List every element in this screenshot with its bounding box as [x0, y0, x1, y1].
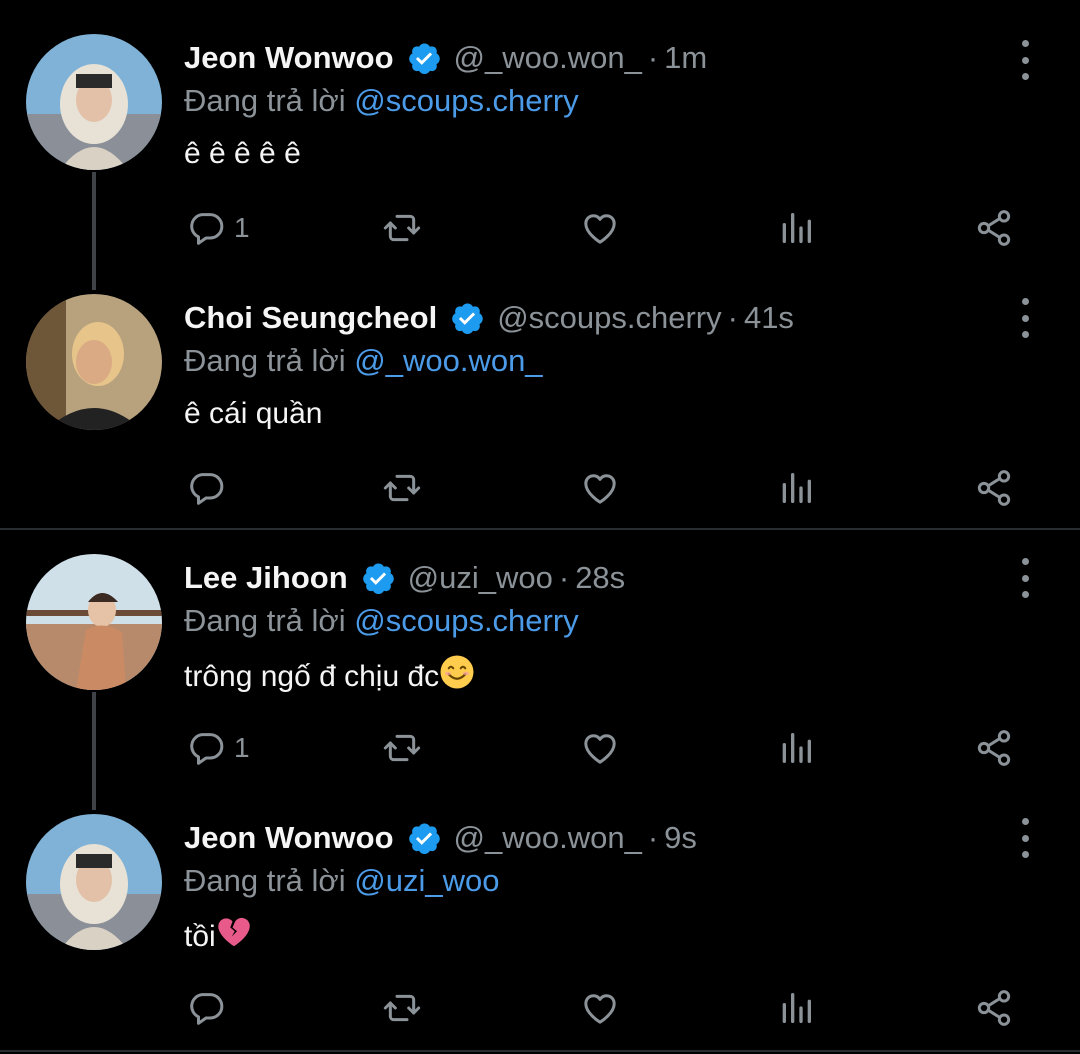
more-options-icon[interactable] [1018, 818, 1032, 858]
share-button[interactable] [974, 986, 1014, 1030]
tweet-text-content: ê ê ê ê ê [184, 137, 301, 170]
bar-chart-icon [776, 208, 816, 248]
author-handle[interactable]: @_woo.won_ [454, 40, 642, 76]
separator-dot: · [727, 300, 738, 335]
share-button[interactable] [974, 466, 1014, 510]
share-icon [974, 208, 1014, 248]
reply-prefix: Đang trả lời [184, 863, 346, 898]
author-handle[interactable]: @scoups.cherry [497, 300, 721, 336]
tweet-text-content: tồi [184, 920, 216, 953]
reply-button[interactable] [186, 466, 226, 510]
analytics-button[interactable] [776, 726, 816, 770]
share-button[interactable] [974, 726, 1014, 770]
reply-prefix: Đang trả lời [184, 343, 346, 378]
avatar[interactable] [26, 294, 162, 430]
share-icon [974, 728, 1014, 768]
retweet-icon [382, 728, 422, 768]
smiling-face-icon [439, 654, 475, 690]
thread-divider [0, 1050, 1080, 1052]
tweet-text: ê cái quần [184, 394, 1000, 434]
reply-icon [186, 468, 226, 508]
reply-prefix: Đang trả lời [184, 603, 346, 638]
bar-chart-icon [776, 988, 816, 1028]
verified-badge-icon [449, 300, 485, 336]
avatar[interactable] [26, 554, 162, 690]
broken-heart-icon [216, 914, 252, 950]
tweet-text: trông ngố đ chịu đc [184, 654, 1000, 694]
author-name[interactable]: Lee Jihoon [184, 560, 348, 596]
heart-icon [580, 208, 620, 248]
retweet-icon [382, 208, 422, 248]
reply-prefix: Đang trả lời [184, 83, 346, 118]
reply-context: Đang trả lời @_woo.won_ [184, 340, 1000, 382]
reply-mention[interactable]: @scoups.cherry [354, 603, 578, 638]
separator-dot: · [647, 820, 659, 855]
like-button[interactable] [580, 726, 620, 770]
reply-icon [186, 728, 226, 768]
reply-mention[interactable]: @scoups.cherry [354, 83, 578, 118]
author-name[interactable]: Jeon Wonwoo [184, 820, 394, 856]
retweet-button[interactable] [382, 466, 422, 510]
analytics-button[interactable] [776, 206, 816, 250]
bar-chart-icon [776, 728, 816, 768]
heart-icon [580, 988, 620, 1028]
separator-dot: · [647, 40, 659, 75]
tweet-text-content: ê cái quần [184, 397, 323, 430]
author-name[interactable]: Choi Seungcheol [184, 300, 437, 336]
timestamp[interactable]: 28s [575, 560, 625, 596]
heart-icon [580, 728, 620, 768]
timestamp[interactable]: 1m [664, 40, 707, 76]
like-button[interactable] [580, 466, 620, 510]
verified-badge-icon [406, 820, 442, 856]
analytics-button[interactable] [776, 466, 816, 510]
tweet-text-content: trông ngố đ chịu đc [184, 660, 440, 693]
thread-connector [92, 172, 96, 290]
reply-context: Đang trả lời @uzi_woo [184, 860, 1000, 902]
reply-mention[interactable]: @uzi_woo [354, 863, 499, 898]
retweet-icon [382, 468, 422, 508]
reply-count: 1 [234, 212, 250, 243]
reply-button[interactable]: 1 [186, 726, 250, 770]
thread-divider [0, 528, 1080, 530]
reply-mention[interactable]: @_woo.won_ [354, 343, 542, 378]
author-handle[interactable]: @uzi_woo [408, 560, 553, 596]
retweet-icon [382, 988, 422, 1028]
avatar[interactable] [26, 814, 162, 950]
analytics-button[interactable] [776, 986, 816, 1030]
share-button[interactable] [974, 206, 1014, 250]
reply-context: Đang trả lời @scoups.cherry [184, 600, 1000, 642]
retweet-button[interactable] [382, 726, 422, 770]
author-name[interactable]: Jeon Wonwoo [184, 40, 394, 76]
reply-count: 1 [234, 732, 250, 763]
avatar[interactable] [26, 34, 162, 170]
reply-context: Đang trả lời @scoups.cherry [184, 80, 1000, 122]
retweet-button[interactable] [382, 986, 422, 1030]
reply-icon [186, 208, 226, 248]
thread-connector [92, 692, 96, 810]
timestamp[interactable]: 41s [744, 300, 794, 336]
share-icon [974, 468, 1014, 508]
more-options-icon[interactable] [1018, 40, 1032, 80]
verified-badge-icon [406, 40, 442, 76]
verified-badge-icon [360, 560, 396, 596]
more-options-icon[interactable] [1018, 298, 1032, 338]
reply-icon [186, 988, 226, 1028]
separator-dot: · [558, 560, 570, 595]
reply-button[interactable]: 1 [186, 206, 250, 250]
reply-button[interactable] [186, 986, 226, 1030]
heart-icon [580, 468, 620, 508]
tweet-text: tồi [184, 914, 1000, 954]
share-icon [974, 988, 1014, 1028]
retweet-button[interactable] [382, 206, 422, 250]
bar-chart-icon [776, 468, 816, 508]
author-handle[interactable]: @_woo.won_ [454, 820, 642, 856]
like-button[interactable] [580, 206, 620, 250]
more-options-icon[interactable] [1018, 558, 1032, 598]
like-button[interactable] [580, 986, 620, 1030]
timestamp[interactable]: 9s [664, 820, 697, 856]
tweet-text: ê ê ê ê ê [184, 134, 1000, 174]
